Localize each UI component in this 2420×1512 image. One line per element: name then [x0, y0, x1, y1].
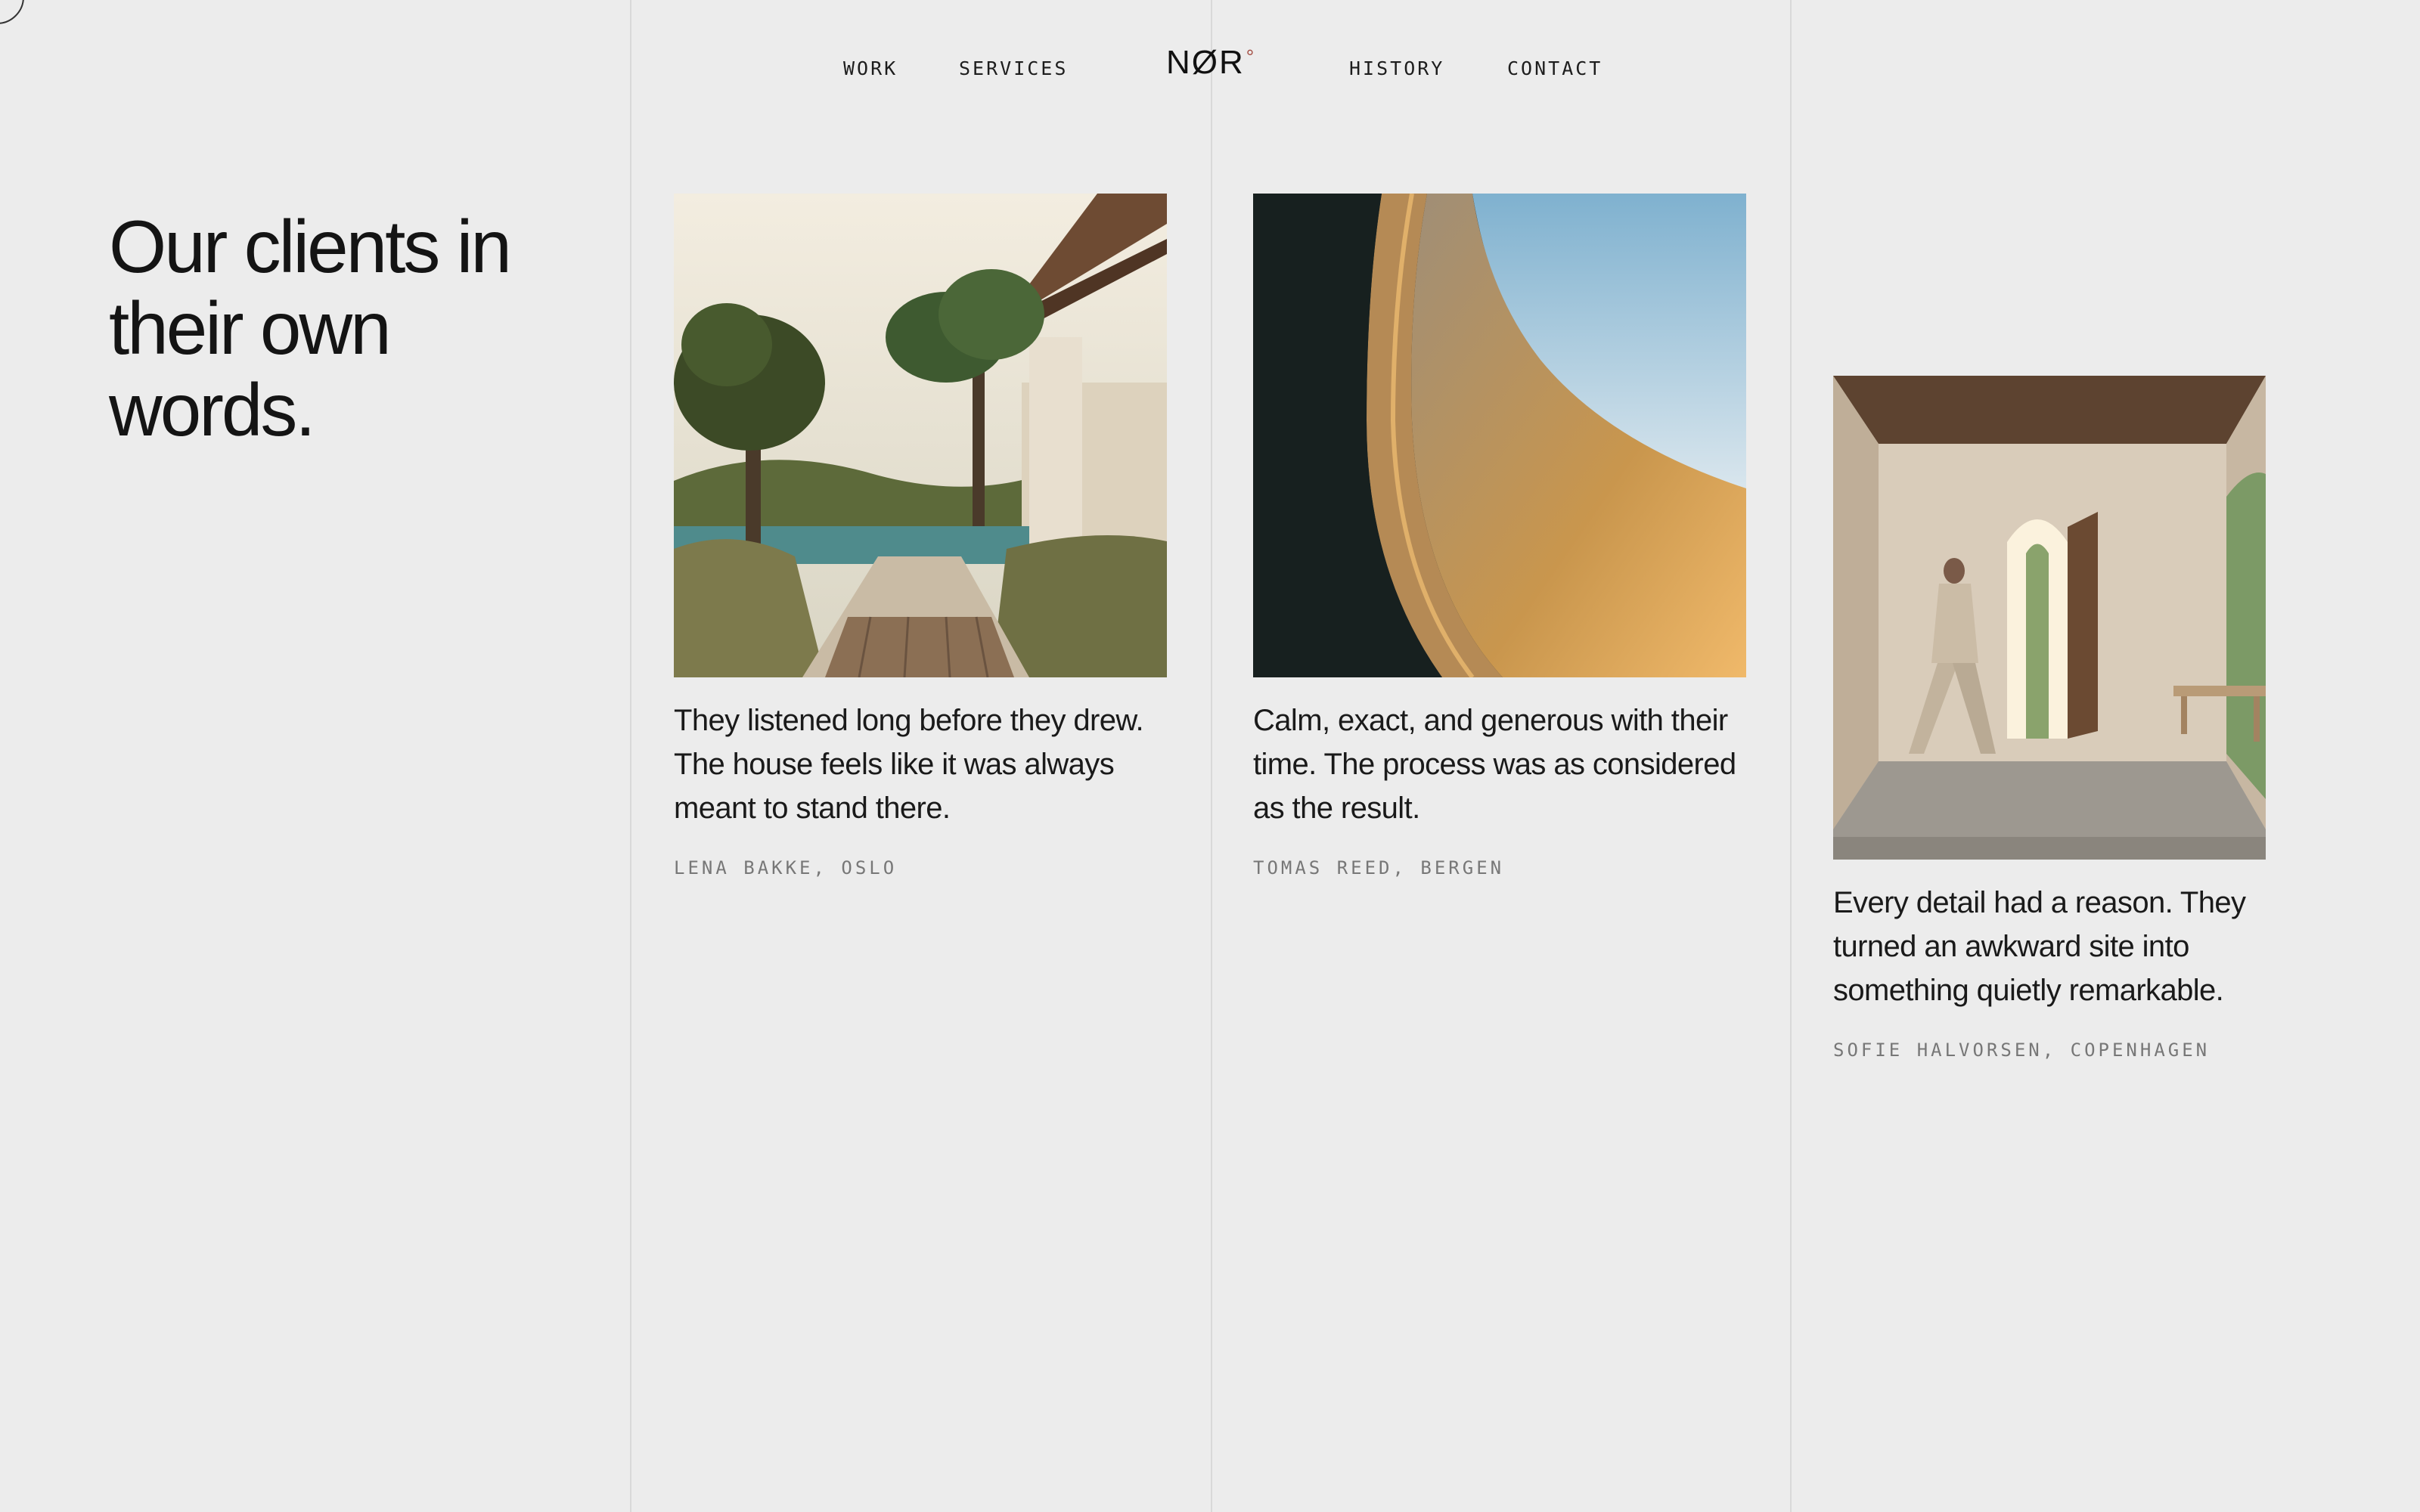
- garden-path-photo: [674, 194, 1167, 677]
- testimonial-author: LENA BAKKE, OSLO: [674, 857, 898, 878]
- testimonial-quote: Every detail had a reason. They turned a…: [1833, 886, 2246, 1007]
- nav-history-link[interactable]: HISTORY: [1349, 57, 1444, 79]
- testimonial-quote: Calm, exact, and generous with their tim…: [1253, 704, 1736, 825]
- column-divider: [1790, 0, 1792, 1512]
- nav-contact-link[interactable]: CONTACT: [1507, 57, 1602, 79]
- testimonial-card: They listened long before they drew. The…: [674, 194, 1167, 878]
- testimonial-author: SOFIE HALVORSEN, COPENHAGEN: [1833, 1040, 2211, 1061]
- cursor-circle: [0, 0, 24, 24]
- arched-interior-photo: [1833, 376, 2266, 860]
- column-divider: [630, 0, 631, 1512]
- logo[interactable]: NØR°: [1166, 44, 1255, 82]
- page-headline: Our clients in their own words.: [109, 205, 512, 451]
- nav-work-link[interactable]: WORK: [843, 57, 898, 79]
- logo-mark: °: [1246, 45, 1256, 68]
- testimonial-author: TOMAS REED, BERGEN: [1253, 857, 1505, 878]
- curved-concrete-photo: [1253, 194, 1746, 677]
- logo-text: NØR: [1166, 44, 1245, 81]
- testimonial-quote: They listened long before they drew. The…: [674, 704, 1144, 825]
- nav-services-link[interactable]: SERVICES: [959, 57, 1068, 79]
- column-divider: [1211, 0, 1212, 1512]
- testimonial-card: Every detail had a reason. They turned a…: [1833, 376, 2266, 1061]
- testimonial-card: Calm, exact, and generous with their tim…: [1253, 194, 1746, 878]
